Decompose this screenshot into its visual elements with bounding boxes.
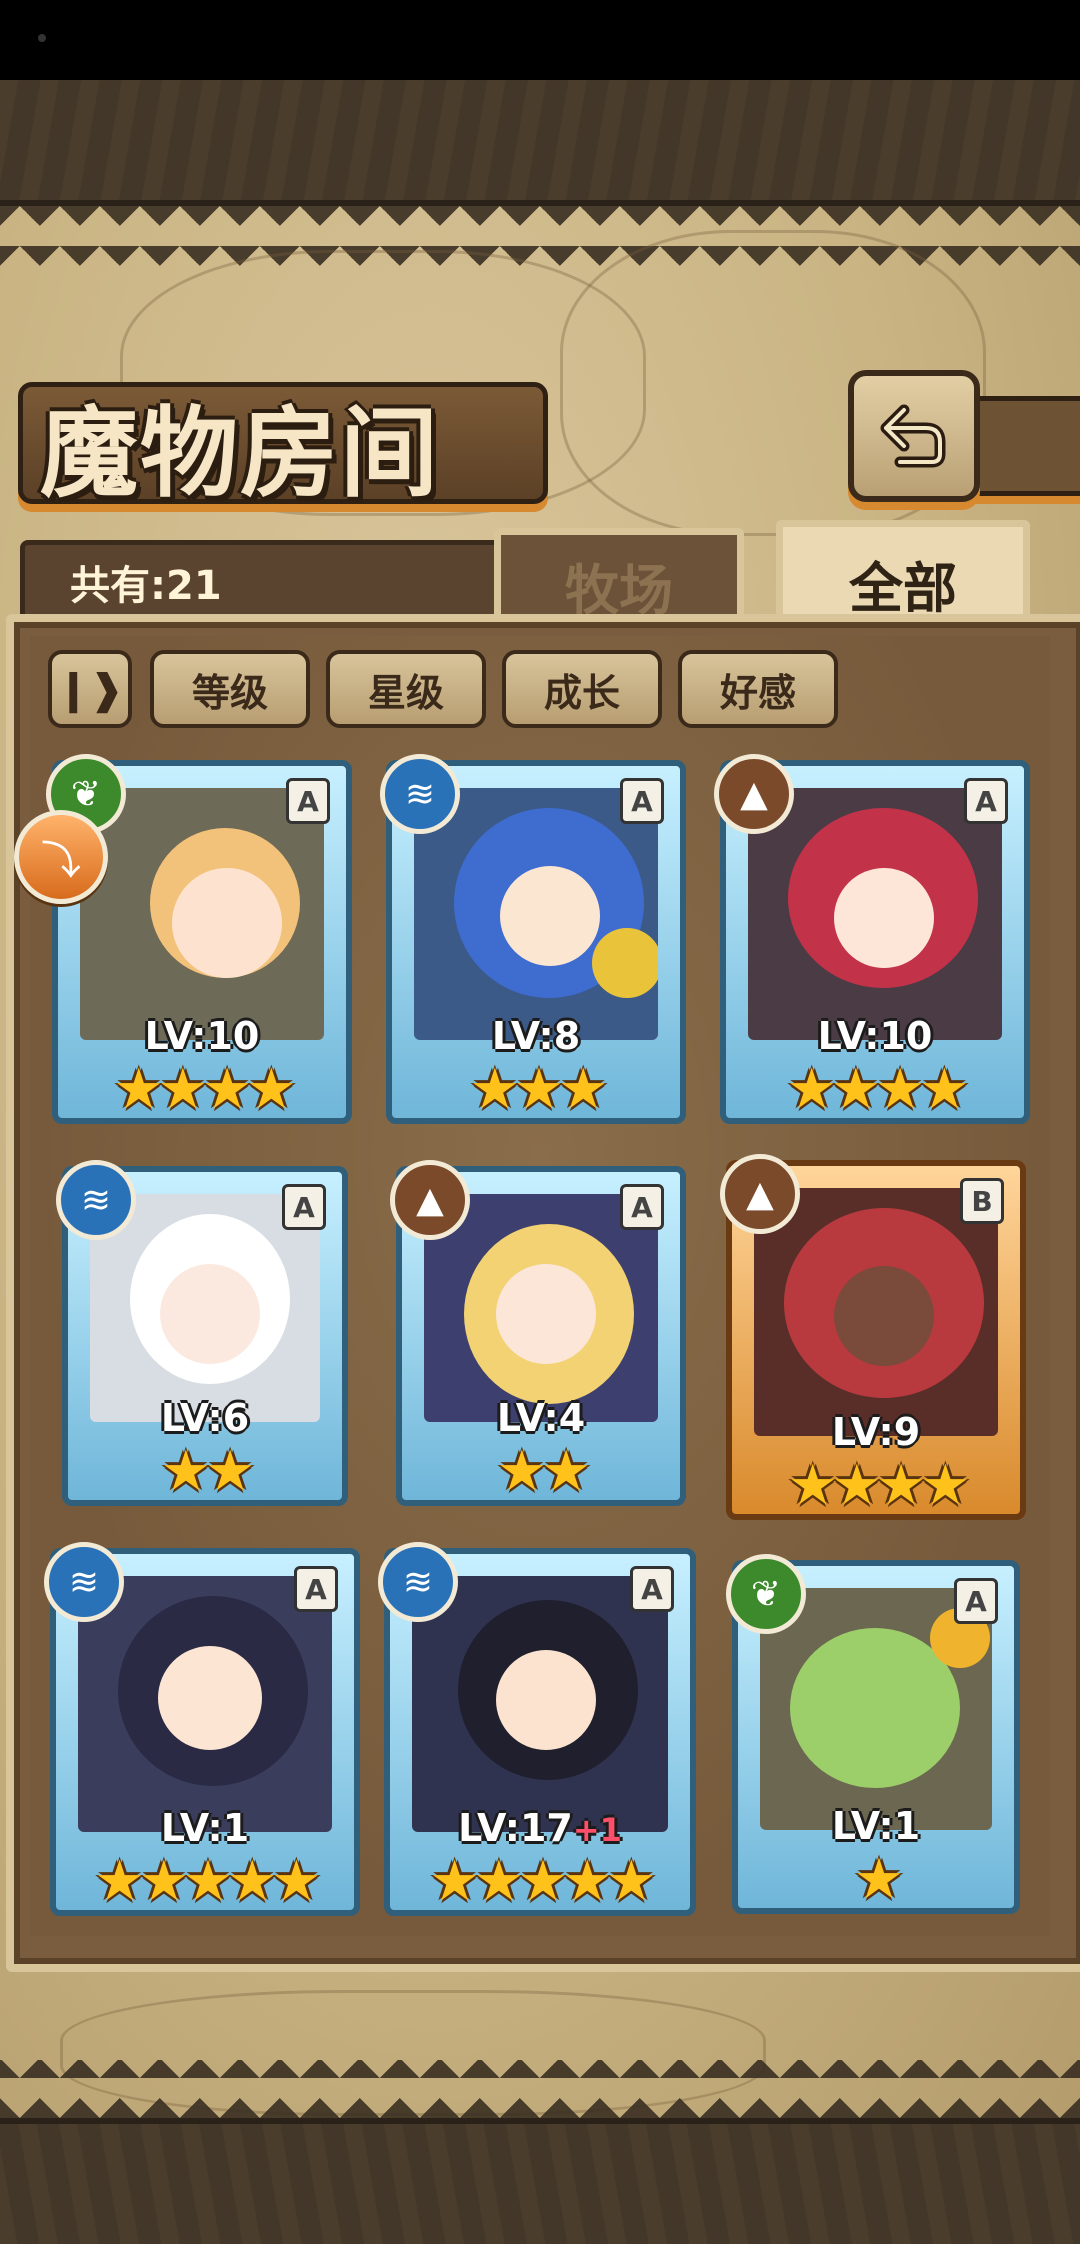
monster-portrait — [412, 1576, 668, 1832]
monster-level-text: LV:1 — [160, 1806, 250, 1850]
monster-card[interactable]: ❦ A LV:1 ★ — [726, 1554, 1020, 1914]
star-rating: ★ — [853, 1847, 904, 1912]
character-face — [496, 1264, 596, 1364]
back-arrow-icon — [880, 404, 946, 468]
earth-element-icon: ▲ — [720, 1154, 800, 1234]
monster-portrait — [748, 788, 1002, 1040]
status-bar — [0, 0, 1080, 80]
monster-level: LV:17+1 — [384, 1806, 696, 1850]
torn-edge-bottom — [0, 2060, 1080, 2118]
monster-room-screen: 魔物房间 共有:21 牧场 全部 ❙❱ 等级 星级 成长 好感 ❦ A LV:1… — [0, 0, 1080, 2244]
character-face — [160, 1264, 260, 1364]
rank-badge: A — [294, 1566, 338, 1612]
sort-toggle-button[interactable]: ❙❱ — [48, 650, 132, 728]
status-dot — [38, 34, 46, 42]
filter-affection-button[interactable]: 好感 — [678, 650, 838, 728]
star-rating: ★★★ — [469, 1057, 609, 1122]
monster-card[interactable]: ▲ B LV:9 ★★★★ — [720, 1154, 1026, 1520]
rank-badge: A — [286, 778, 330, 824]
monster-level: LV:4 — [396, 1396, 686, 1440]
monster-level-text: LV:10 — [817, 1014, 933, 1058]
rank-badge: A — [620, 778, 664, 824]
monster-count: 共有:21 — [70, 563, 222, 609]
rank-badge: A — [282, 1184, 326, 1230]
monster-portrait — [754, 1188, 998, 1436]
monster-level: LV:9 — [726, 1410, 1026, 1454]
monster-card[interactable]: ▲ A LV:4 ★★ — [390, 1160, 686, 1506]
star-rating: ★★ — [496, 1439, 591, 1504]
monster-level: LV:10 — [52, 1014, 352, 1058]
water-element-icon: ≋ — [378, 1542, 458, 1622]
water-element-icon: ≋ — [380, 754, 460, 834]
monster-card[interactable]: ❦ A LV:10 ★★★★ — [46, 754, 352, 1124]
monster-card[interactable]: ▲ A LV:10 ★★★★ — [714, 754, 1030, 1124]
star-rating: ★★★★★ — [429, 1849, 656, 1914]
lock-toggle-icon[interactable]: ⤵ — [14, 810, 108, 904]
monster-level: LV:6 — [62, 1396, 348, 1440]
top-wood-border — [0, 80, 1080, 206]
monster-portrait — [80, 788, 324, 1040]
monster-level-text: LV:6 — [160, 1396, 250, 1440]
star-rating: ★★ — [160, 1439, 255, 1504]
water-element-icon: ≋ — [44, 1542, 124, 1622]
page-title: 魔物房间 — [40, 396, 441, 511]
monster-level-text: LV:4 — [496, 1396, 586, 1440]
back-button-rail — [968, 396, 1080, 496]
monster-level: LV:1 — [732, 1804, 1020, 1848]
monster-card[interactable]: ≋ A LV:1 ★★★★★ — [44, 1542, 360, 1916]
grass-element-icon: ❦ — [726, 1554, 806, 1634]
monster-level-text: LV:9 — [831, 1410, 921, 1454]
level-bonus: +1 — [572, 1811, 622, 1849]
monster-level-text: LV:1 — [831, 1804, 921, 1848]
sort-toggle-icon: ❙❱ — [56, 665, 124, 713]
character-face — [500, 866, 600, 966]
rank-badge: B — [960, 1178, 1004, 1224]
monster-level-text: LV:10 — [144, 1014, 260, 1058]
filter-star-button[interactable]: 星级 — [326, 650, 486, 728]
monster-portrait — [78, 1576, 332, 1832]
character-face — [496, 1650, 596, 1750]
monster-portrait — [760, 1588, 992, 1830]
rank-badge: A — [630, 1566, 674, 1612]
rank-badge: A — [620, 1184, 664, 1230]
monster-level-text: LV:8 — [491, 1014, 581, 1058]
rank-badge: A — [954, 1578, 998, 1624]
character-face — [834, 1266, 934, 1366]
character-face — [158, 1646, 262, 1750]
filter-level-button[interactable]: 等级 — [150, 650, 310, 728]
star-rating: ★★★★ — [786, 1057, 970, 1122]
monster-level-text: LV:17 — [458, 1806, 573, 1850]
monster-level: LV:10 — [720, 1014, 1030, 1058]
character-face — [834, 868, 934, 968]
filter-growth-button[interactable]: 成长 — [502, 650, 662, 728]
monster-level: LV:1 — [50, 1806, 360, 1850]
bell-prop — [592, 928, 658, 998]
star-rating: ★★★★ — [113, 1057, 297, 1122]
water-element-icon: ≋ — [56, 1160, 136, 1240]
monster-card[interactable]: ≋ A LV:17+1 ★★★★★ — [378, 1542, 696, 1916]
monster-portrait — [414, 788, 658, 1040]
earth-element-icon: ▲ — [714, 754, 794, 834]
earth-element-icon: ▲ — [390, 1160, 470, 1240]
monster-level: LV:8 — [386, 1014, 686, 1058]
bottom-wood-border — [0, 2118, 1080, 2244]
back-button[interactable] — [848, 370, 980, 502]
monster-card[interactable]: ≋ A LV:6 ★★ — [56, 1160, 348, 1506]
star-rating: ★★★★ — [787, 1453, 971, 1518]
monster-card[interactable]: ≋ A LV:8 ★★★ — [380, 754, 686, 1124]
rank-badge: A — [964, 778, 1008, 824]
star-rating: ★★★★★ — [94, 1849, 321, 1914]
character-face — [172, 868, 282, 978]
